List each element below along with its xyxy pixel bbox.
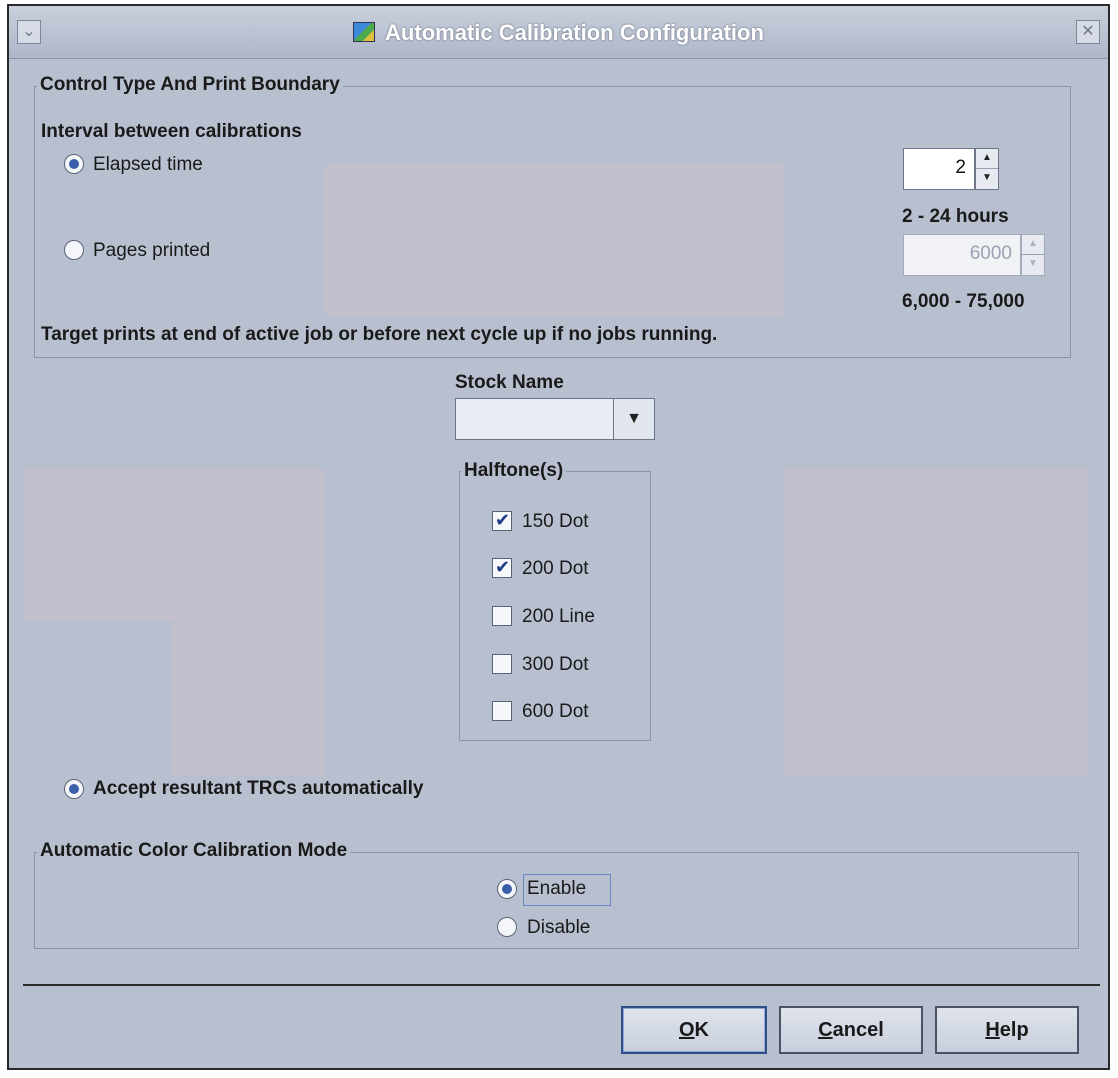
dialog-window: ⌄ Automatic Calibration Configuration ✕ … bbox=[7, 4, 1110, 1070]
disable-label[interactable]: Disable bbox=[527, 917, 590, 939]
app-icon bbox=[353, 22, 376, 42]
hours-spinner-buttons[interactable]: ▲ ▼ bbox=[975, 148, 999, 190]
ok-label-rest: K bbox=[694, 1019, 709, 1041]
cancel-mnemonic: C bbox=[818, 1019, 833, 1041]
title-bar: ⌄ Automatic Calibration Configuration ✕ bbox=[9, 6, 1108, 59]
halftone-checkbox-150-dot[interactable] bbox=[492, 510, 512, 531]
halftone-checkbox-200-line[interactable] bbox=[492, 606, 512, 626]
halftone-label-300-dot[interactable]: 300 Dot bbox=[522, 654, 589, 676]
cancel-button[interactable]: Cancel bbox=[779, 1006, 923, 1054]
right-shaded-area bbox=[783, 470, 1089, 776]
left-shaded-area bbox=[23, 470, 325, 620]
halftone-checkbox-600-dot[interactable] bbox=[492, 701, 512, 721]
halftone-checkbox-300-dot[interactable] bbox=[492, 654, 512, 674]
stock-name-label: Stock Name bbox=[455, 372, 564, 393]
pages-spinner-input: 6000 bbox=[903, 234, 1021, 276]
pages-printed-label[interactable]: Pages printed bbox=[93, 240, 210, 262]
left-shaded-area-lower bbox=[173, 620, 325, 776]
target-prints-note: Target prints at end of active job or be… bbox=[41, 324, 718, 345]
enable-radio[interactable] bbox=[497, 879, 517, 899]
halftone-checkbox-200-dot[interactable] bbox=[492, 557, 512, 578]
pages-spinner-buttons: ▲ ▼ bbox=[1021, 234, 1045, 276]
ok-mnemonic: O bbox=[678, 1019, 695, 1041]
window-title: Automatic Calibration Configuration bbox=[9, 20, 1108, 46]
hours-spinner-input[interactable]: 2 bbox=[903, 148, 975, 190]
window-title-text: Automatic Calibration Configuration bbox=[385, 20, 764, 45]
interval-label: Interval between calibrations bbox=[41, 121, 302, 142]
stock-name-dropdown[interactable]: ▼ bbox=[455, 398, 655, 440]
placeholder-area bbox=[325, 164, 783, 316]
halftones-legend: Halftone(s) bbox=[461, 460, 567, 482]
control-type-legend: Control Type And Print Boundary bbox=[37, 74, 343, 96]
footer-separator bbox=[23, 984, 1100, 986]
enable-label[interactable]: Enable bbox=[527, 878, 586, 900]
pages-range-label: 6,000 - 75,000 bbox=[902, 291, 1025, 312]
close-icon[interactable]: ✕ bbox=[1076, 20, 1100, 44]
halftone-label-600-dot[interactable]: 600 Dot bbox=[522, 701, 589, 723]
dropdown-arrow-icon[interactable]: ▼ bbox=[613, 399, 654, 439]
cancel-label-rest: ancel bbox=[832, 1019, 884, 1041]
help-label-rest: elp bbox=[999, 1019, 1029, 1041]
spinner-up-icon[interactable]: ▲ bbox=[976, 149, 998, 169]
spinner-down-icon: ▼ bbox=[1028, 258, 1038, 269]
disable-radio[interactable] bbox=[497, 917, 517, 937]
help-mnemonic: H bbox=[985, 1019, 1000, 1041]
accept-trcs-label[interactable]: Accept resultant TRCs automatically bbox=[93, 778, 423, 800]
pages-printed-radio[interactable] bbox=[64, 240, 84, 260]
hours-range-label: 2 - 24 hours bbox=[902, 206, 1009, 227]
help-button[interactable]: Help bbox=[935, 1006, 1079, 1054]
halftone-label-200-dot[interactable]: 200 Dot bbox=[522, 558, 589, 580]
elapsed-time-radio[interactable] bbox=[64, 154, 84, 174]
color-mode-legend: Automatic Color Calibration Mode bbox=[37, 840, 351, 862]
spinner-up-icon: ▲ bbox=[1022, 235, 1044, 255]
accept-trcs-radio[interactable] bbox=[64, 779, 84, 799]
ok-button[interactable]: OK bbox=[621, 1006, 767, 1054]
halftone-label-150-dot[interactable]: 150 Dot bbox=[522, 511, 589, 533]
halftone-label-200-line[interactable]: 200 Line bbox=[522, 606, 595, 628]
spinner-down-icon[interactable]: ▼ bbox=[976, 169, 998, 189]
elapsed-time-label[interactable]: Elapsed time bbox=[93, 154, 203, 176]
